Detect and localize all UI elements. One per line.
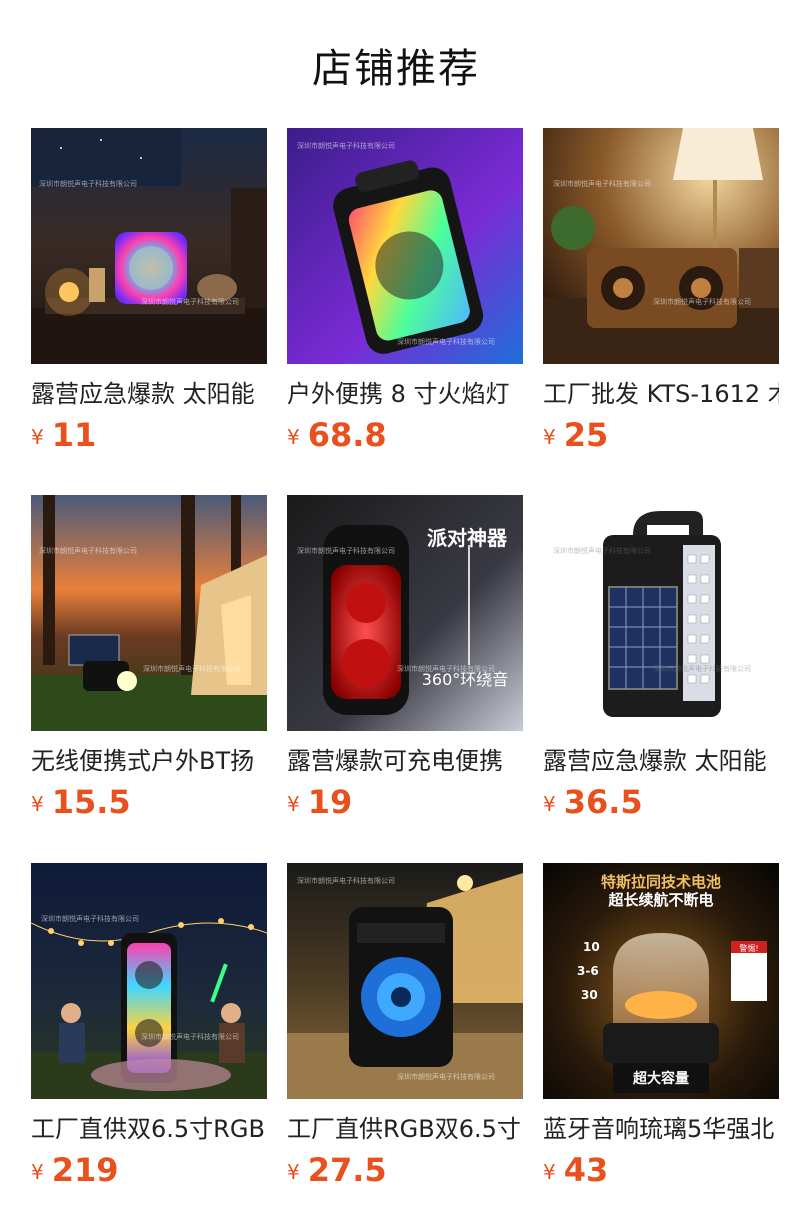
image-caption: 特斯拉同技术电池 [601,873,721,891]
product-name[interactable]: 工厂批发 KTS-1612 木 [543,378,779,410]
product-price: ¥19 [287,783,352,823]
currency-symbol: ¥ [287,792,300,816]
product-price: ¥25 [543,416,608,456]
price-value: 219 [51,1151,119,1189]
product-card[interactable]: 深圳市朗悦声电子科技有限公司 深圳市朗悦声电子科技有限公司 户外便携 8 寸火焰… [287,128,523,458]
watermark-text: 深圳市朗悦声电子科技有限公司 [41,914,139,923]
price-value: 27.5 [307,1151,387,1189]
currency-symbol: ¥ [543,792,556,816]
product-image[interactable]: 深圳市朗悦声电子科技有限公司 深圳市朗悦声电子科技有限公司 [31,128,267,364]
watermark-text: 深圳市朗悦声电子科技有限公司 [397,664,495,673]
product-price: ¥36.5 [543,783,643,823]
product-price: ¥219 [31,1151,119,1191]
image-caption: 10 [583,940,600,954]
currency-symbol: ¥ [287,1160,300,1184]
product-card[interactable]: 深圳市朗悦声电子科技有限公司 深圳市朗悦声电子科技有限公司 工厂直供RGB双6.… [287,863,523,1193]
watermark-text: 深圳市朗悦声电子科技有限公司 [297,141,395,150]
product-card[interactable]: 特斯拉同技术电池 超长续航不断电 超大容量 10 3-6 30 警惕! 蓝牙音响… [543,863,779,1193]
watermark-text: 深圳市朗悦声电子科技有限公司 [397,1072,495,1081]
product-name[interactable]: 露营应急爆款 太阳能 [31,378,267,410]
product-price: ¥27.5 [287,1151,387,1191]
watermark-text: 深圳市朗悦声电子科技有限公司 [141,1032,239,1041]
product-price: ¥11 [31,416,96,456]
currency-symbol: ¥ [287,425,300,449]
currency-symbol: ¥ [31,792,44,816]
watermark-text: 深圳市朗悦声电子科技有限公司 [297,876,395,885]
currency-symbol: ¥ [31,425,44,449]
product-card[interactable]: 深圳市朗悦声电子科技有限公司 深圳市朗悦声电子科技有限公司 无线便携式户外BT扬… [31,495,267,825]
currency-symbol: ¥ [543,1160,556,1184]
price-value: 36.5 [563,783,643,821]
price-value: 11 [51,416,97,454]
product-image[interactable]: 深圳市朗悦声电子科技有限公司 深圳市朗悦声电子科技有限公司 [287,128,523,364]
watermark-text: 深圳市朗悦声电子科技有限公司 [143,664,241,673]
image-caption: 派对神器 [427,526,508,550]
product-image[interactable]: 深圳市朗悦声电子科技有限公司 深圳市朗悦声电子科技有限公司 [287,863,523,1099]
image-caption: 3-6 [577,964,599,978]
product-card[interactable]: 派对神器 360°环绕音 深圳市朗悦声电子科技有限公司 深圳市朗悦声电子科技有限… [287,495,523,825]
watermark-text: 深圳市朗悦声电子科技有限公司 [553,179,651,188]
watermark-text: 深圳市朗悦声电子科技有限公司 [397,337,495,346]
image-caption: 超长续航不断电 [607,891,713,909]
section-title: 店铺推荐 [312,46,480,92]
product-image[interactable]: 深圳市朗悦声电子科技有限公司 深圳市朗悦声电子科技有限公司 [31,863,267,1099]
watermark-text: 深圳市朗悦声电子科技有限公司 [297,546,395,555]
image-caption: 超大容量 [632,1070,689,1087]
image-caption: 30 [581,988,598,1002]
price-value: 19 [307,783,353,821]
product-price: ¥15.5 [31,783,131,823]
price-value: 15.5 [51,783,131,821]
product-image[interactable]: 深圳市朗悦声电子科技有限公司 深圳市朗悦声电子科技有限公司 [543,495,779,731]
product-name[interactable]: 蓝牙音响琉璃5华强北 [543,1113,779,1145]
product-image[interactable]: 特斯拉同技术电池 超长续航不断电 超大容量 10 3-6 30 警惕! [543,863,779,1099]
product-name[interactable]: 工厂直供双6.5寸RGB [31,1113,267,1145]
product-price: ¥43 [543,1151,608,1191]
product-card[interactable]: 深圳市朗悦声电子科技有限公司 深圳市朗悦声电子科技有限公司 露营应急爆款 太阳能… [543,495,779,825]
price-value: 68.8 [307,416,387,454]
product-image[interactable]: 深圳市朗悦声电子科技有限公司 深圳市朗悦声电子科技有限公司 [31,495,267,731]
product-name[interactable]: 工厂直供RGB双6.5寸 [287,1113,523,1145]
product-card[interactable]: 深圳市朗悦声电子科技有限公司 深圳市朗悦声电子科技有限公司 工厂批发 KTS-1… [543,128,779,458]
watermark-text: 深圳市朗悦声电子科技有限公司 [39,546,137,555]
product-name[interactable]: 无线便携式户外BT扬 [31,745,267,777]
product-image[interactable]: 深圳市朗悦声电子科技有限公司 深圳市朗悦声电子科技有限公司 [543,128,779,364]
currency-symbol: ¥ [543,425,556,449]
product-card[interactable]: 深圳市朗悦声电子科技有限公司 深圳市朗悦声电子科技有限公司 工厂直供双6.5寸R… [31,863,267,1193]
product-name[interactable]: 户外便携 8 寸火焰灯 [287,378,523,410]
watermark-text: 深圳市朗悦声电子科技有限公司 [653,664,751,673]
product-image[interactable]: 派对神器 360°环绕音 深圳市朗悦声电子科技有限公司 深圳市朗悦声电子科技有限… [287,495,523,731]
watermark-text: 深圳市朗悦声电子科技有限公司 [39,179,137,188]
product-price: ¥68.8 [287,416,387,456]
watermark-text: 深圳市朗悦声电子科技有限公司 [553,546,651,555]
price-value: 43 [563,1151,609,1189]
watermark-text: 深圳市朗悦声电子科技有限公司 [653,297,751,306]
currency-symbol: ¥ [31,1160,44,1184]
product-name[interactable]: 露营应急爆款 太阳能 [543,745,779,777]
product-card[interactable]: 深圳市朗悦声电子科技有限公司 深圳市朗悦声电子科技有限公司 露营应急爆款 太阳能… [31,128,267,458]
price-value: 25 [563,416,609,454]
watermark-text: 深圳市朗悦声电子科技有限公司 [141,297,239,306]
image-caption: 警惕! [739,943,758,953]
product-name[interactable]: 露营爆款可充电便携 [287,745,523,777]
